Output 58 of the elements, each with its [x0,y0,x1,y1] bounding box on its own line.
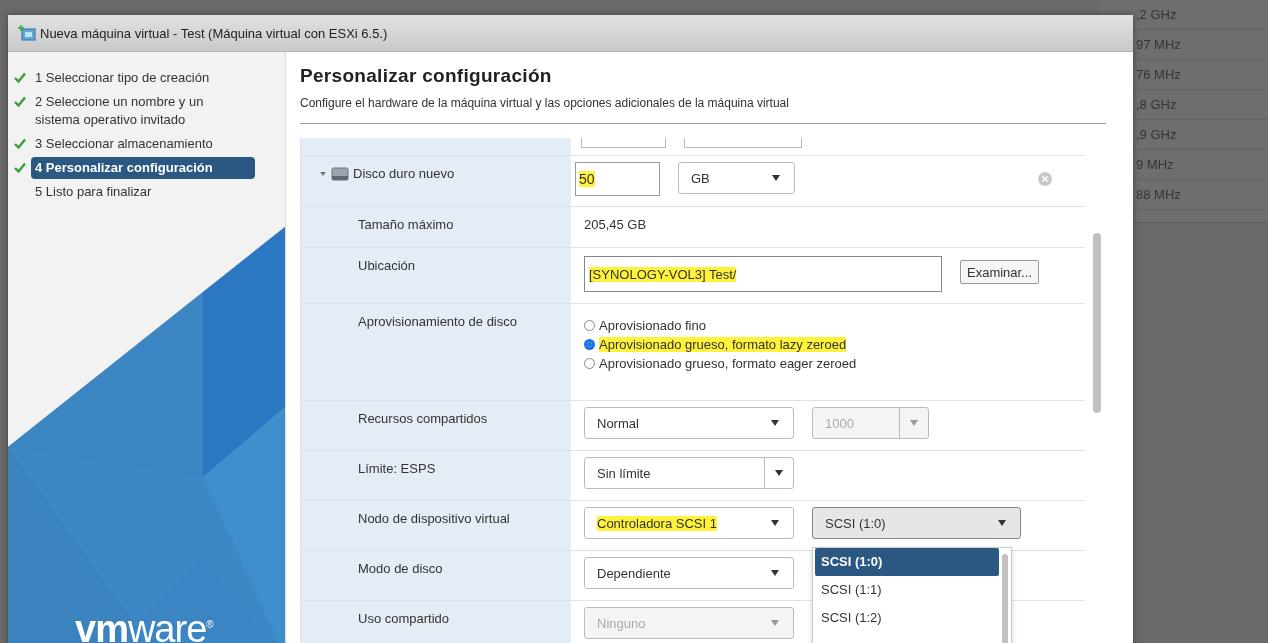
wizard-step[interactable]: 4 Personalizar configuración [31,157,255,179]
caret-icon [775,470,783,476]
wizard-step[interactable]: 1 Seleccionar tipo de creación [31,67,214,89]
field-label: Nodo de dispositivo virtual [357,511,510,526]
table-cell: 9 MHz [1136,157,1174,172]
table-cell: 88 MHz [1136,187,1181,202]
scrollbar[interactable] [1002,554,1008,643]
caret-icon [910,420,918,426]
wizard-step[interactable]: 2 Seleccione un nombre y un sistema operativo invitado [31,91,239,131]
caret-icon [771,620,779,626]
caret-icon[interactable] [319,169,327,178]
caret-icon [771,570,779,576]
radio-label: Aprovisionado grueso, formato lazy zeroed [599,337,847,352]
radio-label: Aprovisionado grueso, formato eager zeroed [599,356,857,371]
field-value: 205,45 GB [584,217,647,232]
field-label: Uso compartido [357,611,450,626]
radio-label: Aprovisionado fino [599,318,706,333]
radio-button[interactable] [584,339,595,350]
table-cell: ,8 GHz [1136,97,1177,112]
menu-item[interactable]: SCSI (1:0) [815,548,999,576]
menu-item[interactable]: SCSI (1:2) [815,604,999,632]
wizard-step[interactable]: 5 Listo para finalizar [31,181,156,203]
input-field[interactable] [581,138,666,148]
wizard-step[interactable]: 3 Seleccionar almacenamiento [31,133,217,155]
field-label: Aprovisionamiento de disco [357,314,517,329]
menu-item[interactable]: SCSI (1:1) [815,576,999,604]
caret-icon [772,175,780,181]
caret-icon [771,420,779,426]
table-cell: ,2 GHz [1136,7,1177,22]
size-field[interactable]: 50 [575,162,660,196]
radio-button[interactable] [584,320,595,331]
virtual-machine-icon [18,25,36,41]
logo: vmware$^{®}$ [75,607,213,643]
table-cell: 76 MHz [1136,67,1181,82]
unit-dropdown[interactable]: GB [678,162,795,194]
dropdown[interactable]: Controladora SCSI 1 [584,507,794,539]
field-label: Límite: ESPS [357,461,436,476]
field-label: Modo de disco [357,561,443,576]
field-label: Ubicación [357,258,416,273]
caret-icon [771,520,779,526]
field-label: Tamaño máximo [357,217,454,232]
field-label: Disco duro nuevo [353,166,455,181]
dropdown[interactable]: SCSI (1:0) [812,507,1021,539]
dropdown[interactable]: Sin límite [584,457,794,489]
radio-button[interactable] [584,358,595,369]
dropdown[interactable] [684,138,802,148]
dropdown[interactable]: Dependiente [584,557,794,589]
browse-button[interactable]: Examinar... [960,260,1040,284]
window-title: Nueva máquina virtual - Test (Máquina virtual con ESXi 6.5.) [40,25,388,41]
remove-icon[interactable] [1038,172,1052,186]
caret-icon [998,520,1006,526]
table-cell: 97 MHz [1136,37,1181,52]
table-cell: ,9 GHz [1136,127,1177,142]
scrollbar[interactable] [1093,233,1101,413]
page-title: Personalizar configuración [300,65,553,87]
dropdown[interactable]: Normal [584,407,794,439]
field-label: Recursos compartidos [357,411,488,426]
page-subtitle: Configure el hardware de la máquina virtual y las opciones adicionales de la máquina virtual [300,96,790,110]
